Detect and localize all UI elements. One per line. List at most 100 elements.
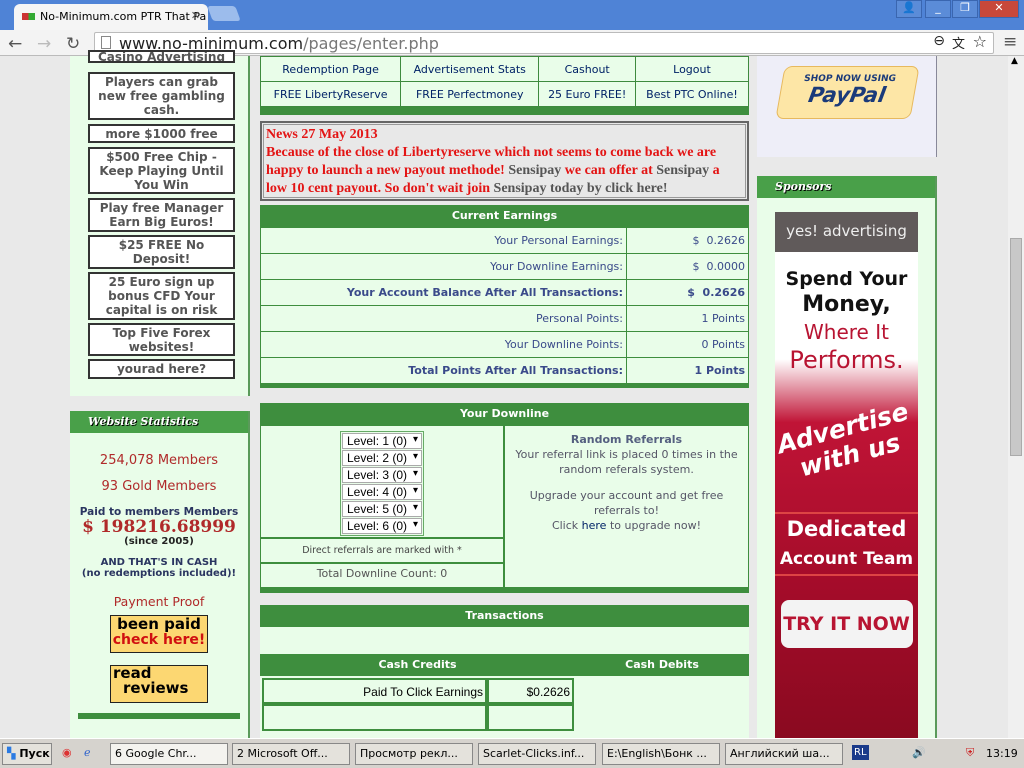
taskbar-item[interactable]: Английский ша...: [725, 743, 843, 765]
earnings-value: 0 Points: [626, 331, 749, 358]
level-select[interactable]: Level: 6 (0): [342, 518, 422, 534]
sensipay-link[interactable]: Sensipay: [508, 163, 561, 178]
nav-25-euro[interactable]: 25 Euro FREE!: [538, 81, 636, 107]
earnings-value: $ 0.0000: [626, 253, 749, 280]
earnings-row: Personal Points: 1 Points: [260, 305, 749, 332]
user-icon[interactable]: 👤: [896, 0, 922, 18]
level-select[interactable]: Level: 4 (0): [342, 484, 422, 500]
sensipay-join-link[interactable]: Sensipay today by click here!: [494, 181, 668, 196]
earnings-value: 1 Points: [626, 357, 749, 384]
clock: 13:19: [986, 747, 1018, 760]
nav-ad-stats[interactable]: Advertisement Stats: [400, 56, 540, 82]
nav-free-pm[interactable]: FREE Perfectmoney: [400, 81, 540, 107]
upgrade-text: Upgrade your account and get free referr…: [529, 489, 724, 517]
rr-text: Your referral link is placed 0 times in …: [515, 448, 738, 476]
reload-icon[interactable]: ↻: [66, 34, 80, 54]
gold-members-count: 93 Gold Members: [101, 479, 217, 494]
start-button[interactable]: ▚ Пуск: [2, 743, 52, 765]
taskbar-item[interactable]: Просмотр рекл...: [355, 743, 473, 765]
favicon-icon: [22, 13, 35, 20]
read-reviews-button[interactable]: read reviews: [110, 665, 208, 703]
earnings-label: Your Downline Earnings:: [260, 253, 627, 280]
sensipay-link[interactable]: Sensipay: [656, 163, 709, 178]
language-indicator[interactable]: RL: [852, 745, 869, 760]
chrome-icon[interactable]: ◉: [62, 746, 72, 759]
earnings-value: $ 0.2626: [626, 279, 749, 306]
cash-note-2: (no redemptions included)!: [81, 568, 237, 579]
shield-icon[interactable]: ⛨: [966, 746, 974, 760]
ad-link[interactable]: more $1000 free: [88, 124, 235, 143]
cash-note: AND THAT'S IN CASH: [100, 557, 218, 568]
website-statistics-panel: Website Statistics 254,078 Members 93 Go…: [70, 411, 250, 738]
nav-logout[interactable]: Logout: [634, 56, 750, 82]
nav-redemption[interactable]: Redemption Page: [259, 56, 402, 82]
since-text: (since 2005): [124, 536, 194, 547]
menu-icon[interactable]: ≡: [1003, 32, 1017, 52]
credit-label: Paid To Click Earnings: [262, 678, 487, 704]
paypal-button[interactable]: SHOP NOW USING PayPal: [775, 66, 920, 119]
earnings-row: Your Personal Earnings: $ 0.2626: [260, 227, 749, 254]
ad-link[interactable]: Top Five Forex websites!: [88, 323, 235, 356]
close-window-button[interactable]: ✕: [979, 0, 1019, 18]
ad-link[interactable]: $25 FREE No Deposit!: [88, 235, 235, 269]
taskbar-item[interactable]: 2 Microsoft Off...: [232, 743, 350, 765]
back-icon[interactable]: ←: [8, 34, 22, 54]
taskbar-item[interactable]: E:\English\Бонк ...: [602, 743, 720, 765]
ie-icon[interactable]: ℯ: [84, 746, 91, 759]
ad-link[interactable]: yourad here?: [88, 359, 235, 379]
upgrade-link[interactable]: here: [582, 519, 607, 532]
translate-icon[interactable]: 文: [952, 33, 965, 52]
try-it-now-button[interactable]: TRY IT NOW: [780, 600, 913, 648]
bookmark-star-icon[interactable]: ☆: [973, 32, 987, 51]
your-downline: Your Downline Level: 1 (0)Level: 2 (0)Le…: [260, 403, 749, 593]
level-select[interactable]: Level: 3 (0): [342, 467, 422, 483]
ad-link[interactable]: Casino Advertising: [88, 50, 235, 63]
been-paid-button[interactable]: been paid check here!: [110, 615, 208, 653]
browser-tab[interactable]: No-Minimum.com PTR That Pa ✕: [14, 4, 208, 30]
taskbar: ▚ Пуск ◉ ℯ 6 Google Chr... 2 Microsoft O…: [0, 738, 1024, 768]
ad-link[interactable]: 25 Euro sign up bonus CFD Your capital i…: [88, 272, 235, 320]
taskbar-item[interactable]: Scarlet-Clicks.inf...: [478, 743, 596, 765]
level-select[interactable]: Level: 2 (0): [342, 450, 422, 466]
scroll-up-icon[interactable]: ▲: [1011, 56, 1018, 66]
earnings-row: Total Points After All Transactions: 1 Po…: [260, 357, 749, 384]
earnings-label: Personal Points:: [260, 305, 627, 332]
news-body: Because of the close of Libertyreserve w…: [266, 145, 720, 196]
ad-link[interactable]: Play free Manager Earn Big Euros!: [88, 198, 235, 232]
new-tab-button[interactable]: [207, 6, 241, 21]
cash-credits-header: Cash Credits: [260, 654, 575, 676]
divider: [260, 107, 749, 115]
section-header: Current Earnings: [260, 205, 749, 227]
taskbar-item[interactable]: 6 Google Chr...: [110, 743, 228, 765]
section-header: Transactions: [260, 605, 749, 627]
restore-button[interactable]: ❐: [952, 0, 978, 18]
level-select[interactable]: Level: 1 (0): [342, 433, 422, 449]
close-tab-icon[interactable]: ✕: [191, 9, 200, 22]
ad-link[interactable]: Players can grab new free gambling cash.: [88, 72, 235, 120]
section-header: Your Downline: [260, 403, 749, 425]
zoom-icon[interactable]: ⊖: [933, 33, 945, 49]
random-referrals-title: Random Referrals: [570, 433, 683, 446]
nav-cashout[interactable]: Cashout: [538, 56, 636, 82]
divider: [78, 713, 240, 719]
left-ads-panel: Casino Advertising Players can grab new …: [70, 50, 250, 396]
earnings-row: Your Account Balance After All Transacti…: [260, 279, 749, 306]
earnings-row: Your Downline Points: 0 Points: [260, 331, 749, 358]
volume-icon[interactable]: 🔊: [912, 746, 926, 759]
ad-link[interactable]: $500 Free Chip - Keep Playing Until You …: [88, 147, 235, 194]
panel-header: Sponsors: [757, 176, 935, 198]
top-nav: Redemption Page Advertisement Stats Cashou…: [259, 56, 750, 115]
earnings-label: Total Points After All Transactions:: [260, 357, 627, 384]
tab-bar: No-Minimum.com PTR That Pa ✕ 👤 _ ❐ ✕: [0, 0, 1024, 30]
forward-icon[interactable]: →: [37, 34, 51, 54]
credit-value: $0.2626: [487, 678, 574, 704]
nav-best-ptc[interactable]: Best PTC Online!: [634, 81, 750, 107]
cash-debits-header: Cash Debits: [575, 654, 749, 676]
members-count: 254,078 Members: [99, 453, 219, 468]
nav-free-lr[interactable]: FREE LibertyReserve: [259, 81, 402, 107]
scrollbar-thumb[interactable]: [1010, 238, 1022, 456]
level-select[interactable]: Level: 5 (0): [342, 501, 422, 517]
advertisement-banner[interactable]: yes! advertising Spend Your Money, Where …: [774, 212, 918, 738]
minimize-button[interactable]: _: [925, 0, 951, 18]
news-box: News 27 May 2013 Because of the close of…: [260, 121, 749, 201]
